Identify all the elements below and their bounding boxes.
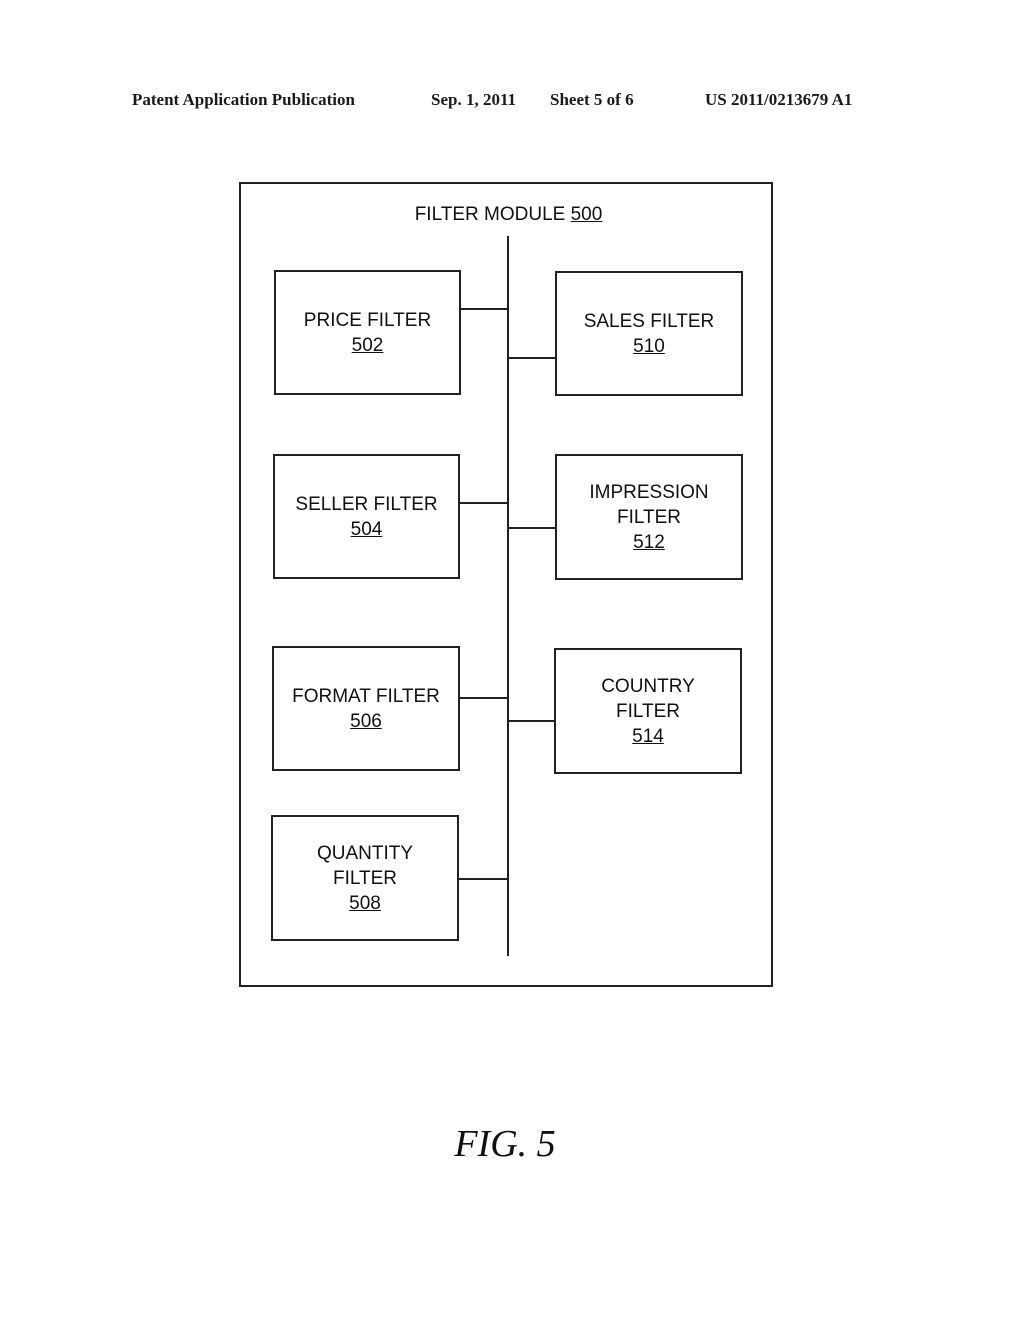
header-publication: Patent Application Publication xyxy=(132,90,355,109)
filter-module-title-text: FILTER MODULE xyxy=(414,204,566,225)
impression-filter-label-1: IMPRESSION xyxy=(589,481,709,503)
header-sheet: Sheet 5 of 6 xyxy=(550,90,634,109)
connector-country xyxy=(508,720,556,722)
sales-filter-ref: 510 xyxy=(633,335,665,357)
figure-label: FIG. 5 xyxy=(454,1123,556,1165)
seller-filter-box: SELLER FILTER 504 xyxy=(273,454,460,579)
quantity-filter-label-1: QUANTITY xyxy=(316,842,414,864)
country-filter-ref: 514 xyxy=(632,725,664,747)
connector-quantity xyxy=(457,878,508,880)
filter-module-ref: 500 xyxy=(570,204,603,225)
price-filter-label: PRICE FILTER xyxy=(303,309,432,331)
country-filter-label-1: COUNTRY xyxy=(601,675,695,697)
connector-sales xyxy=(508,357,556,359)
country-filter-box: COUNTRY FILTER 514 xyxy=(554,648,742,774)
connector-format xyxy=(458,697,508,699)
country-filter-label-2: FILTER xyxy=(615,700,681,722)
format-filter-ref: 506 xyxy=(350,710,382,732)
sales-filter-box: SALES FILTER 510 xyxy=(555,271,743,396)
quantity-filter-box: QUANTITY FILTER 508 xyxy=(271,815,459,941)
bus-line xyxy=(507,236,509,956)
header-date: Sep. 1, 2011 xyxy=(431,90,517,109)
seller-filter-label: SELLER FILTER xyxy=(295,493,438,515)
seller-filter-ref: 504 xyxy=(350,518,383,540)
quantity-filter-label-2: FILTER xyxy=(332,867,398,889)
format-filter-box: FORMAT FILTER 506 xyxy=(272,646,460,771)
connector-seller xyxy=(459,502,508,504)
price-filter-box: PRICE FILTER 502 xyxy=(274,270,461,395)
quantity-filter-ref: 508 xyxy=(349,892,381,914)
connector-price xyxy=(460,308,508,310)
filter-module-title: FILTER MODULE 500 xyxy=(240,204,777,226)
price-filter-ref: 502 xyxy=(351,334,384,356)
impression-filter-ref: 512 xyxy=(633,531,665,553)
header-patent-number: US 2011/0213679 A1 xyxy=(705,90,853,109)
impression-filter-label-2: FILTER xyxy=(616,506,682,528)
impression-filter-box: IMPRESSION FILTER 512 xyxy=(555,454,743,580)
format-filter-label: FORMAT FILTER xyxy=(292,685,440,707)
sales-filter-label: SALES FILTER xyxy=(583,310,715,332)
connector-impression xyxy=(508,527,556,529)
